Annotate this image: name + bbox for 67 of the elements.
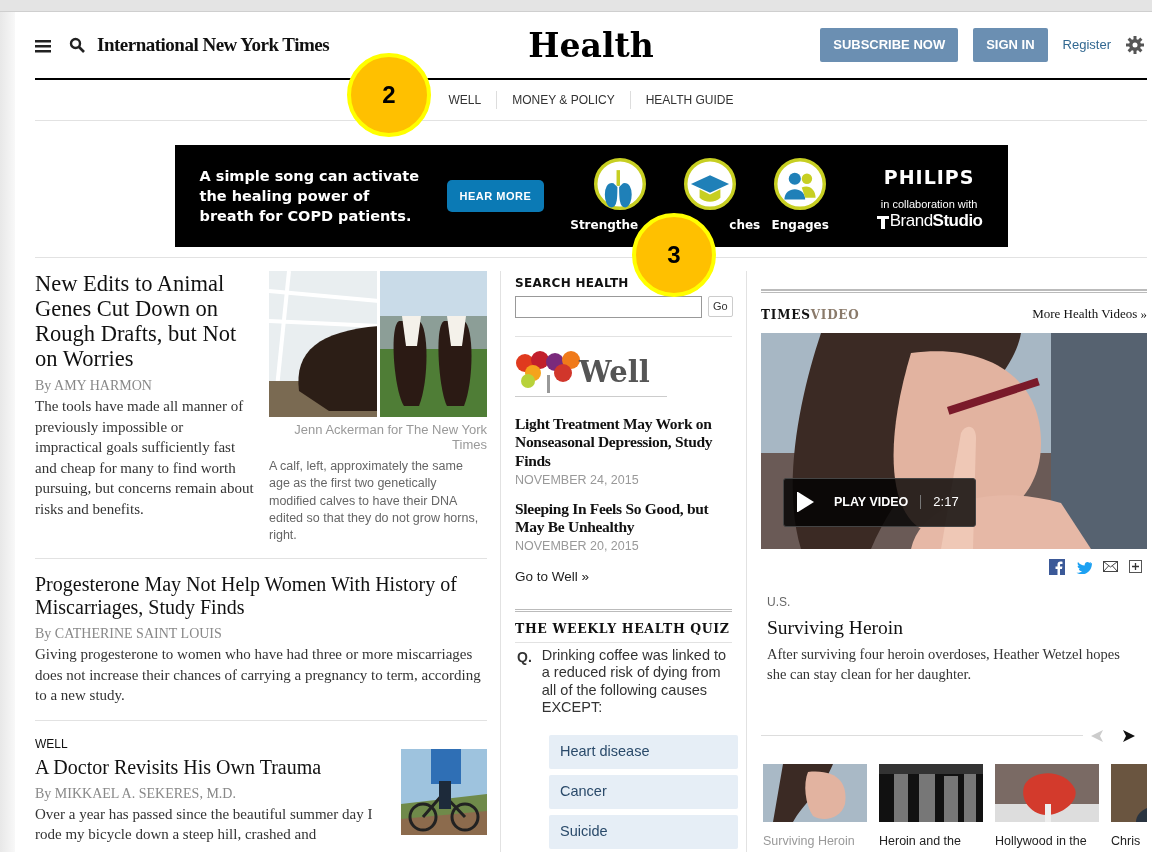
article-summary: Giving progesterone to women who have had three or more miscarriages does not increase their chances of carrying a pregnancy to term, according to a new study. (35, 645, 482, 706)
article-date: NOVEMBER 20, 2015 (515, 538, 640, 556)
article-summary: The tools have made all manner of previously impossible or impractical goals sufficiently fast and cheap for many to find worth pursuing, but concerns remain about risks and benefits. (35, 397, 254, 519)
step-marker: 2 (347, 53, 431, 137)
play-icon (797, 492, 814, 512)
facebook-icon[interactable] (1049, 558, 1065, 575)
times-video-logo: VIDEO (810, 306, 860, 324)
quiz-answer[interactable]: Heart disease (549, 735, 738, 769)
next-arrow-icon[interactable] (1123, 729, 1135, 742)
quiz-title: THE WEEKLY HEALTH QUIZ (515, 620, 731, 639)
feature-label: ches (729, 217, 761, 234)
feature-label: Engages (771, 217, 829, 234)
quiz-question: Drinking coffee was linked to a reduced risk of dying from all of the following causes EXCEPT: (541, 647, 728, 717)
article-headline[interactable]: A Doctor Revisits His Own Trauma (35, 756, 387, 779)
byline: By MIKKAEL A. SEKERES, M.D. (35, 785, 237, 803)
quiz-answer[interactable]: Suicide (549, 815, 738, 849)
times-video-logo: TIMES (761, 306, 811, 324)
nav-link[interactable]: MONEY & POLICY (496, 91, 630, 109)
thumbnail-caption[interactable]: Heroin and the (879, 831, 983, 851)
search-field[interactable] (515, 296, 702, 318)
video-duration: 2:17 (920, 495, 959, 509)
byline: By AMY HARMON (35, 377, 153, 395)
site-logo[interactable]: International New York Times (97, 30, 330, 60)
article-headline[interactable]: Progesterone May Not Help Women With History of Miscarriages, Study Finds (35, 573, 487, 620)
play-label: PLAY VIDEO (834, 493, 909, 511)
thumbnail-caption[interactable]: Chris (1111, 831, 1147, 851)
question-marker: Q. (517, 648, 532, 667)
people-icon (774, 158, 827, 210)
ad-banner[interactable]: A simple song can activate the healing power of breath for COPD patients. HEAR MORE Strengthe ches Engages PHILIPS in collaboration with BrandStudio (174, 145, 1008, 247)
more-videos-link[interactable]: More Health Videos » (1032, 304, 1147, 324)
brandstudio-text: BrandStudio (889, 212, 983, 229)
feature-label: Strengthe (570, 217, 639, 234)
mail-icon[interactable] (1103, 561, 1118, 572)
video-summary: After surviving four heroin overdoses, Heather Wetzel hopes she can stay clean for her daughter. (766, 644, 1121, 685)
play-video-button[interactable]: PLAY VIDEO 2:17 (783, 477, 976, 527)
ad-text: A simple song can activate the healing power of breath for COPD patients. (199, 167, 421, 226)
section-title: Health (528, 28, 654, 62)
well-headline[interactable]: Sleeping In Feels So Good, but May Be Unhealthy (515, 499, 732, 537)
article-date: NOVEMBER 24, 2015 (515, 471, 640, 489)
settings-icon[interactable] (1126, 36, 1144, 54)
go-to-well-link[interactable]: Go to Well » (515, 567, 732, 588)
quiz-answer[interactable]: Cancer (549, 775, 738, 809)
lungs-icon (594, 158, 647, 210)
share-more-icon[interactable] (1129, 560, 1142, 573)
well-headline[interactable]: Light Treatment May Work on Nonseasonal Depression, Study Finds (515, 415, 732, 470)
article-headline[interactable]: New Edits to Animal Genes Cut Down on Rough Drafts, but Not on Worries (35, 271, 254, 371)
nav-link[interactable]: WELL (433, 91, 497, 109)
register-link[interactable]: Register (1062, 35, 1111, 55)
go-button[interactable]: Go (708, 296, 733, 317)
nav-link[interactable]: HEALTH GUIDE (629, 91, 749, 109)
well-logo-text: Well (579, 358, 650, 387)
section-kicker[interactable]: U.S. (761, 592, 1147, 611)
photo-caption: A calf, left, approximately the same age as the first two genetically modified calves to have their DNA edited so that they do not grow horns, right. (269, 458, 480, 545)
collab-text: in collaboration with (880, 196, 978, 212)
search-icon[interactable] (69, 37, 85, 53)
byline: By CATHERINE SAINT LOUIS (35, 625, 223, 644)
brand-name: PHILIPS (883, 165, 975, 190)
section-kicker[interactable]: WELL (35, 735, 387, 753)
article-summary: Over a year has passed since the beautiful summer day I rode my bicycle down a steep hill, crashed and (35, 805, 374, 845)
photo-credit: Jenn Ackerman for The New York Times (293, 422, 487, 452)
menu-icon[interactable] (35, 37, 51, 53)
hear-more-button[interactable]: HEAR MORE (446, 180, 545, 212)
search-label: SEARCH HEALTH (515, 275, 630, 292)
graduation-cap-icon (684, 158, 737, 210)
twitter-icon[interactable] (1076, 559, 1092, 574)
thumbnail-caption[interactable]: Hollywood in the (995, 831, 1099, 851)
video-title[interactable]: Surviving Heroin (761, 612, 1147, 642)
